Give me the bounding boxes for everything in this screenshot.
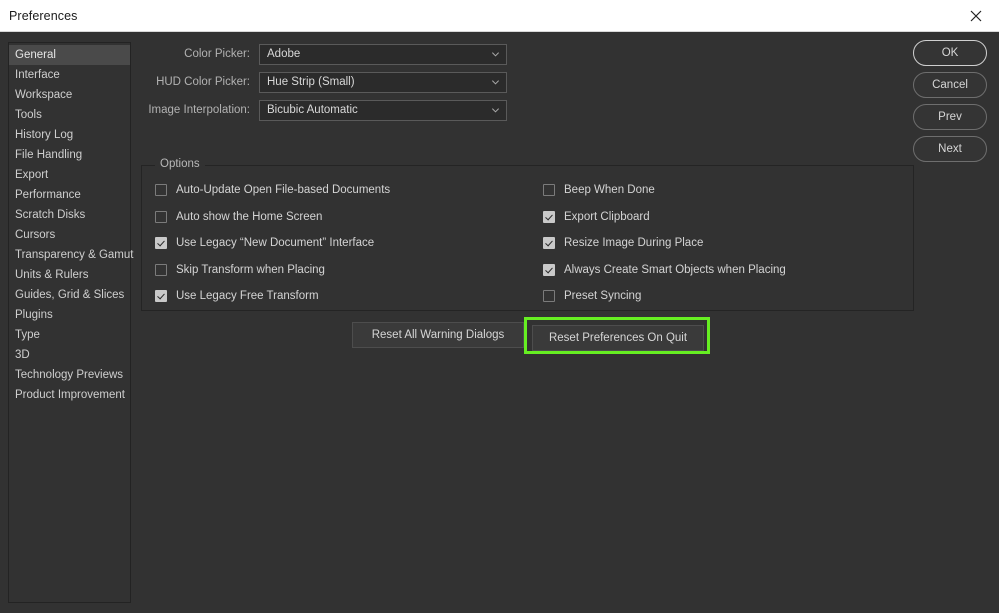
checkbox-row-always-create-smart-objects-when-placing[interactable]: Always Create Smart Objects when Placing [543,257,915,284]
sidebar-item-guides-grid-slices[interactable]: Guides, Grid & Slices [9,285,130,305]
options-left-column: Auto-Update Open File-based Documents Aut… [142,177,403,310]
highlight-box: Reset Preferences On Quit [524,317,710,354]
sidebar-item-performance[interactable]: Performance [9,185,130,205]
form-row-image-interpolation: Image Interpolation: Bicubic Automatic [140,96,920,124]
checkbox-label-resize-image-during-place: Resize Image During Place [564,237,704,250]
dialog-action-buttons: OK Cancel Prev Next [913,40,987,168]
form-row-hud-color-picker: HUD Color Picker: Hue Strip (Small) [140,68,920,96]
checkbox-export-clipboard[interactable] [543,210,555,223]
options-right-column: Beep When Done Export Clipboard Resize Ima… [403,177,915,310]
checkbox-label-export-clipboard: Export Clipboard [564,210,650,223]
chevron-down-icon [491,78,500,87]
checkbox-auto-update-open-file-based-documents[interactable] [155,184,167,197]
checkbox-row-skip-transform-when-placing[interactable]: Skip Transform when Placing [155,257,403,284]
hud-color-picker-selected-value: Hue Strip (Small) [267,76,355,88]
checkbox-row-resize-image-during-place[interactable]: Resize Image During Place [543,230,915,257]
checkbox-row-export-clipboard[interactable]: Export Clipboard [543,204,915,231]
checkbox-beep-when-done[interactable] [543,184,555,197]
color-picker-selected-value: Adobe [267,48,301,60]
sidebar-item-scratch-disks[interactable]: Scratch Disks [9,205,130,225]
checkbox-row-auto-update-open-file-based-documents[interactable]: Auto-Update Open File-based Documents [155,177,403,204]
sidebar-item-general[interactable]: General [9,45,130,65]
reset-all-warning-dialogs-button[interactable]: Reset All Warning Dialogs [352,322,524,348]
options-group-legend: Options [155,158,205,170]
color-picker-select[interactable]: Adobe [259,43,507,65]
image-interpolation-select[interactable]: Bicubic Automatic [259,99,507,121]
color-picker-label: Color Picker: [184,48,250,60]
sidebar-item-tools[interactable]: Tools [9,105,130,125]
sidebar-item-workspace[interactable]: Workspace [9,85,130,105]
checkbox-always-create-smart-objects-when-placing[interactable] [543,263,555,276]
sidebar-item-units-rulers[interactable]: Units & Rulers [9,265,130,285]
image-interpolation-selected-value: Bicubic Automatic [267,104,358,116]
options-group: Options Auto-Update Open File-based Docu… [141,158,915,311]
sidebar-item-interface[interactable]: Interface [9,65,130,85]
checkbox-label-always-create-smart-objects-when-placing: Always Create Smart Objects when Placing [564,263,786,276]
checkbox-skip-transform-when-placing[interactable] [155,263,167,276]
checkbox-label-use-legacy-new-document-interface: Use Legacy “New Document” Interface [176,237,375,250]
form-row-color-picker: Color Picker: Adobe [140,40,920,68]
close-icon[interactable] [953,0,999,31]
reset-preferences-on-quit-button[interactable]: Reset Preferences On Quit [532,325,704,351]
next-button[interactable]: Next [913,136,987,162]
checkbox-resize-image-during-place[interactable] [543,237,555,250]
checkbox-row-preset-syncing[interactable]: Preset Syncing [543,283,915,310]
checkbox-label-preset-syncing: Preset Syncing [564,290,642,303]
prev-button[interactable]: Prev [913,104,987,130]
checkbox-use-legacy-new-document-interface[interactable] [155,237,167,250]
chevron-down-icon [491,50,500,59]
sidebar-item-type[interactable]: Type [9,325,130,345]
hud-color-picker-label: HUD Color Picker: [156,76,250,88]
checkbox-label-auto-show-the-home-screen: Auto show the Home Screen [176,210,323,223]
dialog-body: General Interface Workspace Tools History Lo… [0,32,999,613]
checkbox-row-auto-show-the-home-screen[interactable]: Auto show the Home Screen [155,204,403,231]
title-bar: Preferences [0,0,999,32]
checkbox-label-beep-when-done: Beep When Done [564,184,655,197]
sidebar-item-transparency-gamut[interactable]: Transparency & Gamut [9,245,133,265]
checkbox-label-skip-transform-when-placing: Skip Transform when Placing [176,263,325,276]
sidebar-item-3d[interactable]: 3D [9,345,130,365]
window-title: Preferences [9,9,78,23]
general-settings-form: Color Picker: Adobe HUD Color Picker: Hue S… [140,40,920,124]
sidebar-item-technology-previews[interactable]: Technology Previews [9,365,130,385]
sidebar-item-plugins[interactable]: Plugins [9,305,130,325]
sidebar-item-file-handling[interactable]: File Handling [9,145,130,165]
sidebar-item-product-improvement[interactable]: Product Improvement [9,385,130,405]
image-interpolation-label: Image Interpolation: [148,104,250,116]
checkbox-row-use-legacy-new-document-interface[interactable]: Use Legacy “New Document” Interface [155,230,403,257]
checkbox-row-use-legacy-free-transform[interactable]: Use Legacy Free Transform [155,283,403,310]
chevron-down-icon [491,106,500,115]
cancel-button[interactable]: Cancel [913,72,987,98]
sidebar-item-cursors[interactable]: Cursors [9,225,130,245]
sidebar-item-history-log[interactable]: History Log [9,125,130,145]
hud-color-picker-select[interactable]: Hue Strip (Small) [259,71,507,93]
checkbox-use-legacy-free-transform[interactable] [155,290,167,303]
ok-button[interactable]: OK [913,40,987,66]
checkbox-auto-show-the-home-screen[interactable] [155,210,167,223]
checkbox-label-use-legacy-free-transform: Use Legacy Free Transform [176,290,319,303]
checkbox-preset-syncing[interactable] [543,290,555,303]
sidebar-item-export[interactable]: Export [9,165,130,185]
checkbox-label-auto-update-open-file-based-documents: Auto-Update Open File-based Documents [176,184,391,197]
checkbox-row-beep-when-done[interactable]: Beep When Done [543,177,915,204]
preferences-dialog: Preferences General Interface Workspace Too… [0,0,999,613]
options-group-content: Auto-Update Open File-based Documents Aut… [142,177,915,310]
preferences-category-list[interactable]: General Interface Workspace Tools History Lo… [8,42,133,603]
